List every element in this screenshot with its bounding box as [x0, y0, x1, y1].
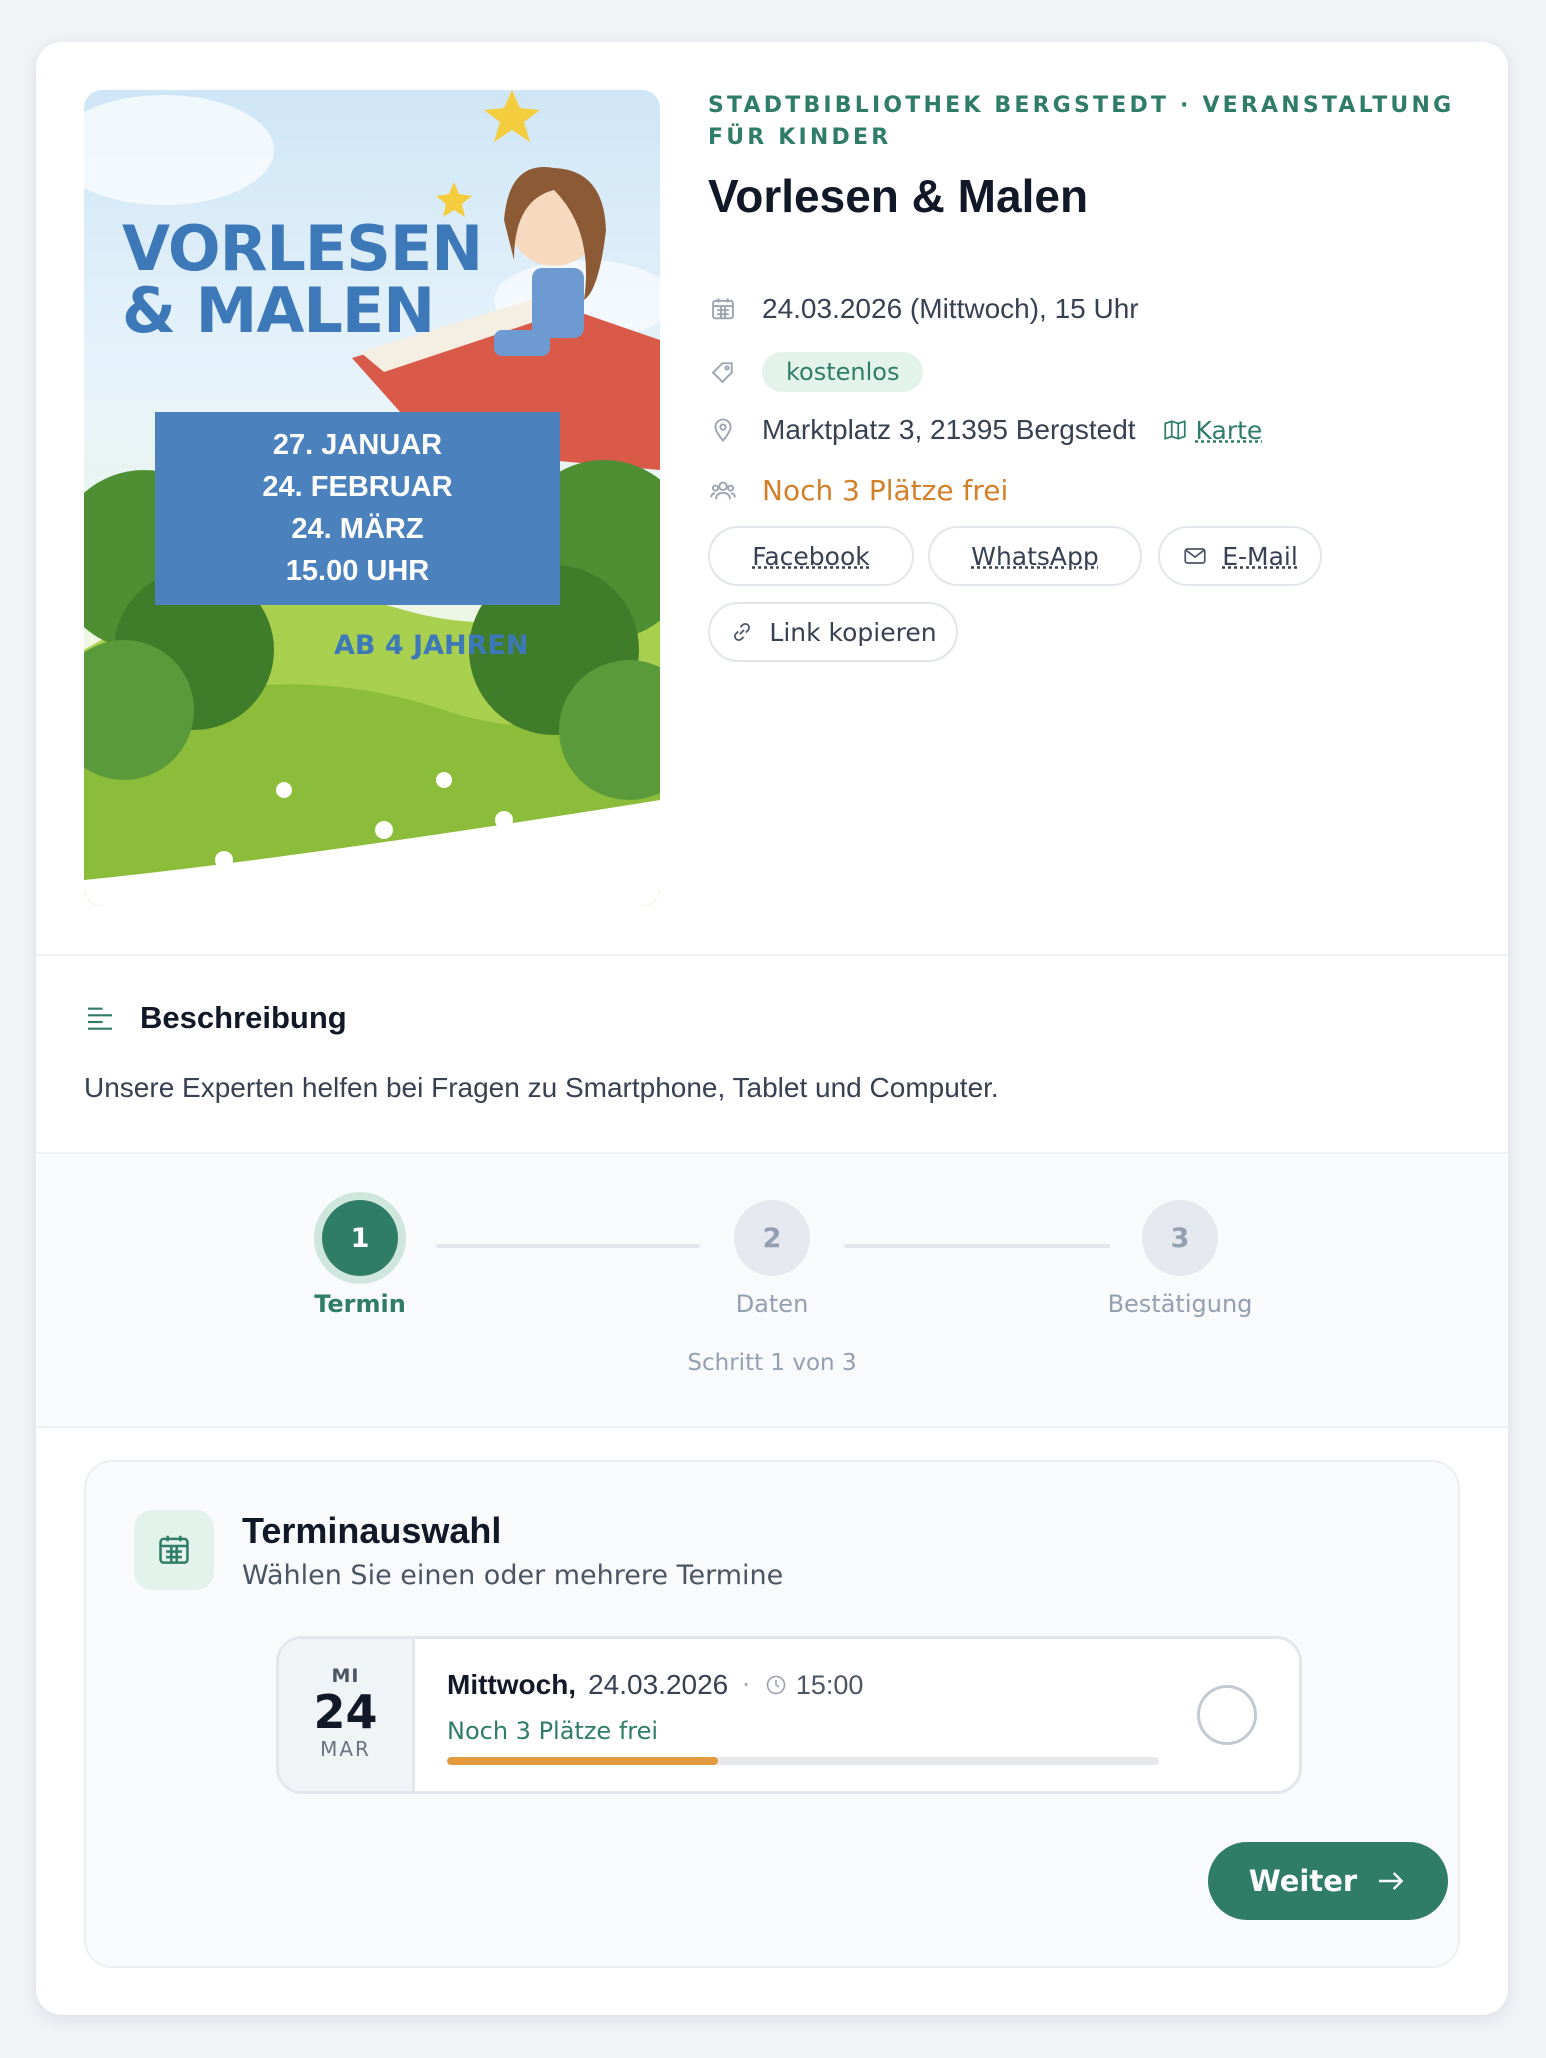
description-header: Beschreibung [84, 1000, 347, 1036]
slot-capacity-fill [447, 1757, 718, 1765]
poster-title: Vorlesen & Malen [122, 212, 483, 347]
description-body: Unsere Experten helfen bei Fragen zu Sma… [84, 1072, 999, 1103]
tag-icon [708, 357, 738, 387]
share-whatsapp-label: WhatsApp [971, 541, 1099, 571]
share-email-button[interactable]: E-Mail [1158, 526, 1322, 586]
poster-time: 15.00 UHR [285, 555, 430, 587]
event-poster: Vorlesen & Malen 27. JANUAR 24. FEBRUAR … [84, 90, 660, 906]
calendar-icon [134, 1510, 214, 1590]
next-button[interactable]: Weiter [1208, 1842, 1448, 1920]
poster-date: 24. MÄRZ [291, 513, 424, 545]
align-left-icon [88, 1007, 112, 1030]
divider [36, 1426, 1508, 1428]
event-date-row: 24.03.2026 (Mittwoch), 15 Uhr [708, 293, 1139, 325]
price-badge: kostenlos [762, 352, 924, 392]
slot-date-block: MI 24 MAR [279, 1639, 415, 1791]
event-seats: Noch 3 Plätze frei [762, 474, 1009, 507]
description-heading: Beschreibung [140, 1000, 347, 1035]
slot-capacity-bar [447, 1757, 1159, 1765]
step-2-label: Daten [735, 1290, 809, 1318]
slot-date: 24.03.2026 [588, 1669, 729, 1700]
poster-date: 27. JANUAR [272, 429, 443, 461]
slot-time-value: 15:00 [795, 1669, 864, 1700]
event-card: Vorlesen & Malen 27. JANUAR 24. FEBRUAR … [36, 42, 1508, 2015]
copy-link-label: Link kopieren [769, 617, 937, 647]
share-email-label: E-Mail [1222, 541, 1298, 571]
step-1-indicator: 1 [322, 1200, 398, 1276]
share-facebook-button[interactable]: Facebook [708, 526, 914, 586]
copy-link-button[interactable]: Link kopieren [708, 602, 958, 662]
step-2-indicator: 2 [734, 1200, 810, 1276]
date-selection-panel: Terminauswahl Wählen Sie einen oder mehr… [84, 1460, 1460, 1968]
link-icon [734, 622, 751, 642]
step-connector [844, 1244, 1110, 1248]
date-slot[interactable]: MI 24 MAR Mittwoch, 24.03.2026 · 15:00 N… [276, 1636, 1302, 1794]
mail-icon [1184, 548, 1206, 564]
share-whatsapp-button[interactable]: WhatsApp [928, 526, 1142, 586]
slot-separator: · [742, 1671, 750, 1699]
map-link[interactable]: Karte [1162, 415, 1263, 445]
event-datetime: 24.03.2026 (Mittwoch), 15 Uhr [762, 293, 1139, 324]
step-connector [436, 1244, 700, 1248]
event-address: Marktplatz 3, 21395 Bergstedt [762, 414, 1136, 445]
share-facebook-label: Facebook [752, 541, 870, 571]
event-eyebrow: Stadtbibliothek Bergstedt · Veranstaltun… [708, 93, 1455, 150]
step-progress-text: Schritt 1 von 3 [687, 1350, 857, 1376]
poster-date: 24. FEBRUAR [262, 471, 453, 503]
next-button-label: Weiter [1248, 1864, 1358, 1898]
step-3-indicator: 3 [1142, 1200, 1218, 1276]
poster-dates: 27. JANUAR 24. FEBRUAR 24. MÄRZ 15.00 UH… [155, 412, 560, 605]
slot-weekday-short: MI [331, 1665, 360, 1687]
divider [36, 954, 1508, 956]
slot-time: 15:00 [764, 1669, 864, 1701]
users-icon [708, 476, 738, 506]
slot-month: MAR [320, 1737, 371, 1761]
clock-icon [766, 1675, 786, 1695]
slot-select-radio[interactable] [1197, 1685, 1257, 1745]
event-title: Vorlesen & Malen [708, 170, 1089, 222]
event-address-row: Marktplatz 3, 21395 Bergstedt Karte [708, 414, 1262, 446]
stepper: 1 2 3 Termin Daten Bestätigung [36, 1154, 1508, 1426]
map-icon [1163, 420, 1186, 440]
panel-subtitle: Wählen Sie einen oder mehrere Termine [242, 1560, 784, 1591]
slot-seats: Noch 3 Plätze frei [447, 1717, 659, 1745]
calendar-icon [708, 294, 738, 324]
map-link-label: Karte [1195, 415, 1263, 445]
slot-details: Mittwoch, 24.03.2026 · 15:00 [447, 1669, 863, 1701]
step-1-label: Termin [314, 1290, 406, 1318]
event-header: Vorlesen & Malen 27. JANUAR 24. FEBRUAR … [36, 42, 1508, 954]
arrow-right-icon [1379, 1872, 1404, 1890]
slot-day: 24 [313, 1685, 378, 1739]
slot-weekday: Mittwoch, [447, 1669, 577, 1700]
map-pin-icon [708, 415, 738, 445]
step-3-label: Bestätigung [1107, 1290, 1253, 1318]
panel-title: Terminauswahl [242, 1510, 502, 1551]
event-seats-row: Noch 3 Plätze frei [708, 474, 1008, 507]
event-info: Stadtbibliothek Bergstedt · Veranstaltun… [708, 90, 1468, 224]
poster-age: AB 4 JAHREN [334, 630, 529, 661]
event-price-row: kostenlos [708, 352, 924, 392]
